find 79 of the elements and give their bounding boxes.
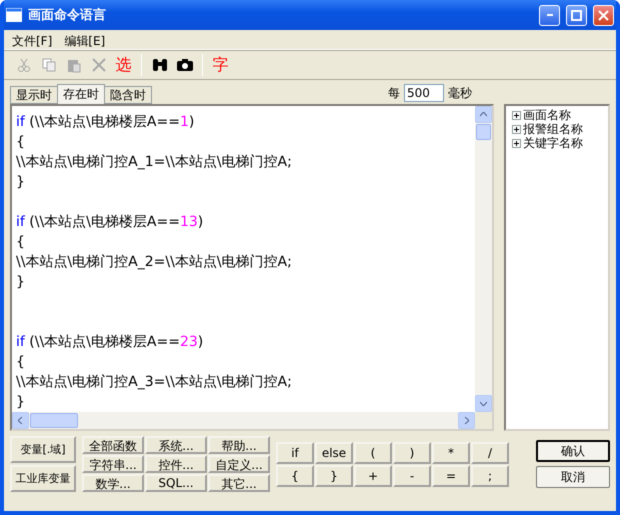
- code-line: {: [16, 233, 26, 252]
- code-line: }: [16, 173, 26, 192]
- maximize-icon: [571, 10, 582, 20]
- expand-icon[interactable]: [512, 138, 521, 148]
- scroll-thumb[interactable]: [476, 124, 491, 140]
- scroll-right-button[interactable]: [458, 412, 475, 429]
- operator-button[interactable]: ;: [471, 464, 509, 486]
- chevron-down-icon: [480, 401, 487, 406]
- chevron-right-icon: [464, 417, 469, 424]
- operator-button[interactable]: (: [354, 442, 392, 464]
- window-title: 画面命令语言: [28, 6, 107, 24]
- delete-icon: [90, 57, 106, 73]
- code-line: \\本站点\电梯门控A_1=\\本站点\电梯门控A;: [16, 153, 293, 172]
- operator-button[interactable]: {: [276, 464, 314, 486]
- menu-item[interactable]: 编辑[E]: [60, 32, 110, 47]
- tab[interactable]: 隐含时: [104, 86, 152, 104]
- tree-item[interactable]: 关键字名称: [512, 136, 602, 150]
- camera-icon: [176, 57, 194, 73]
- dialog-button[interactable]: 取消: [536, 466, 610, 488]
- code-line: \\本站点\电梯门控A_3=\\本站点\电梯门控A;: [16, 373, 293, 392]
- chevron-left-icon: [18, 417, 23, 424]
- tree-item[interactable]: 画面名称: [512, 108, 602, 122]
- tree-item[interactable]: 报警组名称: [512, 122, 602, 136]
- close-button[interactable]: [593, 4, 614, 26]
- function-button[interactable]: 其它...: [208, 474, 270, 492]
- clipboard-icon: [66, 57, 82, 73]
- function-button[interactable]: 全部函数: [82, 436, 144, 454]
- chevron-up-icon: [480, 112, 487, 117]
- function-button[interactable]: 控件...: [145, 455, 207, 473]
- operator-button[interactable]: if: [276, 442, 314, 464]
- operator-button[interactable]: *: [432, 442, 470, 464]
- dialog-button[interactable]: 确认: [536, 440, 610, 462]
- vertical-scrollbar[interactable]: [475, 106, 492, 412]
- code-line: if (\\本站点\电梯楼层A==1): [16, 113, 196, 132]
- code-line: \\本站点\电梯门控A_2=\\本站点\电梯门控A;: [16, 253, 293, 272]
- tab[interactable]: 存在时: [57, 84, 105, 104]
- minimize-button[interactable]: [539, 4, 560, 26]
- scroll-up-button[interactable]: [475, 106, 492, 123]
- scroll-left-button[interactable]: [12, 412, 29, 429]
- code-line: if (\\本站点\电梯楼层A==13): [16, 213, 204, 232]
- close-icon: [598, 10, 609, 20]
- window-icon: [6, 8, 22, 22]
- scroll-down-button[interactable]: [475, 395, 492, 412]
- copy-icon: [40, 57, 56, 73]
- binoculars-icon: [150, 57, 168, 73]
- operator-button[interactable]: ): [393, 442, 431, 464]
- code-line: }: [16, 273, 26, 292]
- interval-field[interactable]: 500: [404, 84, 444, 102]
- operator-button[interactable]: else: [315, 442, 353, 464]
- function-button[interactable]: 帮助...: [208, 436, 270, 454]
- scrollbar-corner: [475, 412, 492, 429]
- operator-button[interactable]: }: [315, 464, 353, 486]
- function-button[interactable]: 系统...: [145, 436, 207, 454]
- operator-button[interactable]: +: [354, 464, 392, 486]
- operator-button[interactable]: =: [432, 464, 470, 486]
- scissors-icon: [16, 57, 32, 73]
- operator-button[interactable]: /: [471, 442, 509, 464]
- minimize-icon: [546, 14, 552, 16]
- function-button[interactable]: 字符串...: [82, 455, 144, 473]
- function-button[interactable]: 数学...: [82, 474, 144, 492]
- scroll-thumb[interactable]: [30, 413, 78, 428]
- code-line: if (\\本站点\电梯楼层A==23): [16, 333, 204, 352]
- code-line: {: [16, 353, 26, 372]
- menu-item[interactable]: 文件[F]: [8, 32, 56, 47]
- tab[interactable]: 显示时: [10, 86, 58, 104]
- code-line: }: [16, 393, 26, 412]
- maximize-button[interactable]: [566, 4, 587, 26]
- variable-button[interactable]: 变量[.域]: [10, 436, 76, 463]
- code-editor[interactable]: if (\\本站点\电梯楼层A==1) { \\本站点\电梯门控A_1=\\本站点\电梯门控A; } if (\\本站点\电梯楼层A==13) { \\本站点\电梯门控A_2=\\本站点\电梯门控A; } if (\\本站点\电梯楼层A==23) { \\本站点\电梯门控A_3=\\本站点\电梯门控A; }: [10, 104, 494, 431]
- horizontal-scrollbar[interactable]: [12, 412, 475, 429]
- expand-icon[interactable]: [512, 124, 521, 134]
- operator-button[interactable]: -: [393, 464, 431, 486]
- interval-unit: 毫秒: [448, 84, 472, 102]
- expand-icon[interactable]: [512, 110, 521, 120]
- code-line: {: [16, 133, 26, 152]
- interval-prefix: 每: [388, 84, 400, 102]
- variable-button[interactable]: 工业库变量: [10, 465, 76, 492]
- function-button[interactable]: SQL...: [145, 474, 207, 492]
- function-button[interactable]: 自定义...: [208, 455, 270, 473]
